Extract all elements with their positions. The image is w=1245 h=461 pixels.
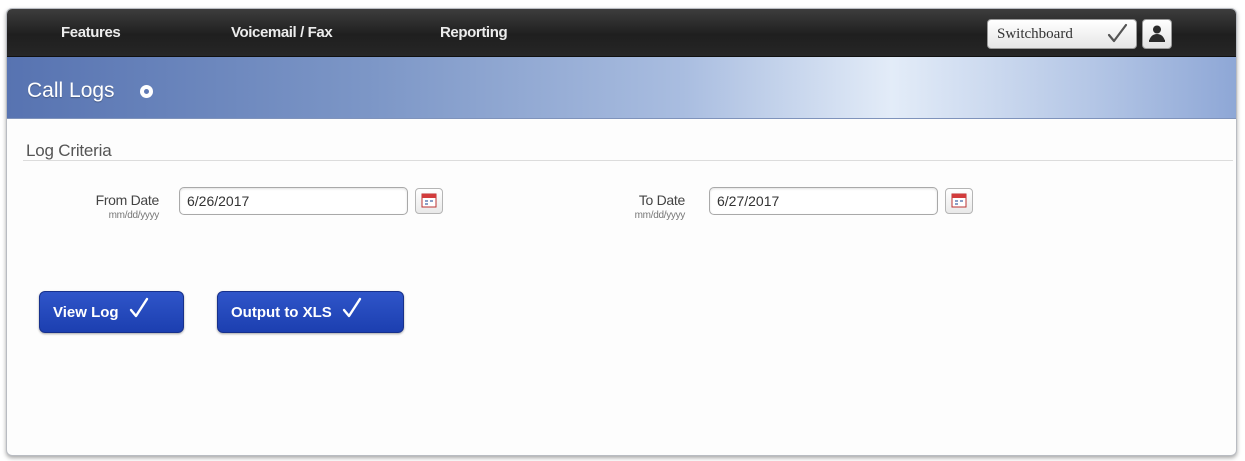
output-to-xls-button[interactable]: Output to XLS <box>217 291 404 333</box>
title-bar: Call Logs <box>7 57 1236 119</box>
user-button[interactable] <box>1142 19 1172 49</box>
output-to-xls-label: Output to XLS <box>231 303 332 321</box>
app-window: Features Voicemail / Fax Reporting Switc… <box>6 8 1237 456</box>
view-log-button[interactable]: View Log <box>39 291 184 333</box>
from-date-calendar-button[interactable] <box>415 188 443 214</box>
to-date-calendar-button[interactable] <box>945 188 973 214</box>
user-icon <box>1143 25 1171 52</box>
switchboard-label: Switchboard <box>997 25 1073 42</box>
nav-item-voicemail-fax[interactable]: Voicemail / Fax <box>231 24 333 41</box>
from-date-label: From Date <box>95 192 160 208</box>
check-icon <box>128 296 150 324</box>
section-label-log-criteria: Log Criteria <box>26 141 112 160</box>
check-icon <box>1106 22 1130 51</box>
page-title: Call Logs <box>27 79 115 102</box>
to-date-input[interactable] <box>709 187 938 215</box>
switchboard-button[interactable]: Switchboard <box>987 19 1137 49</box>
nav-item-features[interactable]: Features <box>61 24 121 41</box>
check-icon <box>341 296 363 324</box>
nav-item-reporting[interactable]: Reporting <box>440 24 508 41</box>
from-date-hint: mm/dd/yyyy <box>108 210 160 221</box>
top-nav: Features Voicemail / Fax Reporting Switc… <box>7 9 1236 57</box>
calendar-icon <box>416 193 442 217</box>
to-date-hint: mm/dd/yyyy <box>634 210 686 221</box>
from-date-input[interactable] <box>179 187 408 215</box>
section-divider <box>23 160 1233 161</box>
help-icon[interactable] <box>140 85 153 98</box>
to-date-label: To Date <box>638 192 685 208</box>
calendar-icon <box>946 193 972 217</box>
view-log-label: View Log <box>53 303 119 321</box>
